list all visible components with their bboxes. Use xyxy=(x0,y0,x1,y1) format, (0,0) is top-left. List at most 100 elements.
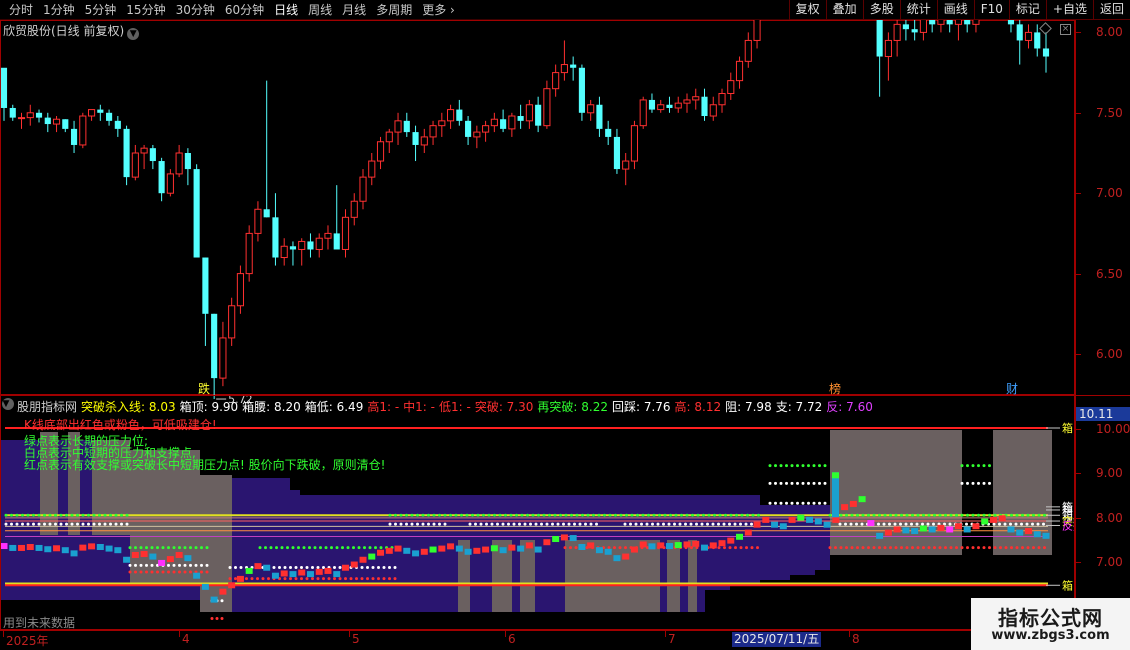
period-tab-1[interactable]: 1分钟 xyxy=(38,2,80,18)
tool-button-6[interactable]: 标记 xyxy=(1008,0,1046,20)
indicator-field-9: 回踩: 7.76 xyxy=(611,400,671,414)
period-tab-3[interactable]: 15分钟 xyxy=(121,2,170,18)
indicator-bar xyxy=(359,556,367,563)
signal-dot xyxy=(597,513,601,517)
signal-dot xyxy=(619,513,623,517)
signal-dot xyxy=(313,546,317,550)
signal-dot xyxy=(647,513,650,517)
signal-dot xyxy=(178,570,181,574)
current-value-badge: 10.11 xyxy=(1076,407,1130,421)
tool-button-0[interactable]: 复权 xyxy=(788,0,826,20)
candle-body xyxy=(149,148,156,162)
tool-button-3[interactable]: 统计 xyxy=(899,0,937,20)
indicator-field-4: 高1: - xyxy=(367,400,400,414)
indicator-bar xyxy=(841,504,849,511)
indicator-bar xyxy=(779,523,787,530)
event-marker-1[interactable]: 榜 xyxy=(829,381,841,396)
candle-body xyxy=(114,120,121,129)
signal-dot xyxy=(1020,522,1023,526)
signal-dot xyxy=(319,546,322,550)
period-tab-2[interactable]: 5分钟 xyxy=(80,2,122,18)
signal-dot xyxy=(518,522,521,526)
tool-button-1[interactable]: 叠加 xyxy=(825,0,863,20)
tool-button-8[interactable]: 返回 xyxy=(1092,0,1130,20)
signal-dot xyxy=(977,513,980,517)
candle-body xyxy=(964,20,971,25)
right-label-5: 反掉 xyxy=(1062,518,1075,532)
indicator-field-8: 再突破: 8.22 xyxy=(537,400,608,414)
period-tab-6[interactable]: 日线 xyxy=(269,2,303,18)
signal-dot xyxy=(432,513,436,517)
signal-dot xyxy=(388,513,392,517)
indicator-bar xyxy=(911,528,919,535)
signal-dot xyxy=(641,513,645,517)
period-tab-4[interactable]: 30分钟 xyxy=(171,2,220,18)
signal-dot xyxy=(21,522,24,526)
close-icon[interactable]: × xyxy=(1060,24,1071,35)
candlestick-chart[interactable]: 9.905.72跌榜财 xyxy=(0,20,1075,415)
candle-body xyxy=(490,118,498,127)
indicator-chart[interactable]: K线底部出红色或粉色，可低吸建仓!绿点表示长期的压力位;白点表示中短期的压力和支… xyxy=(0,395,1075,630)
candle-body xyxy=(62,119,69,129)
indicator-bar xyxy=(368,553,376,560)
signal-dot xyxy=(471,513,474,517)
event-marker-2[interactable]: 财 xyxy=(1006,382,1018,396)
candle-body xyxy=(1016,24,1023,41)
period-tab-8[interactable]: 月线 xyxy=(337,2,371,18)
candle-body xyxy=(254,208,262,234)
signal-dot xyxy=(982,481,986,485)
candle-body xyxy=(79,115,87,146)
candle-body xyxy=(578,67,585,113)
indicator-bar xyxy=(771,521,779,528)
signal-dot xyxy=(960,546,964,550)
candle-body xyxy=(236,273,244,307)
grey-block xyxy=(667,540,680,612)
indicator-bar xyxy=(385,547,393,554)
period-tab-0[interactable]: 分时 xyxy=(4,2,38,18)
event-marker-0[interactable]: 跌 xyxy=(198,381,210,396)
candle-body xyxy=(876,20,883,57)
signal-dot xyxy=(388,577,391,581)
signal-dot xyxy=(145,570,148,574)
period-tab-9[interactable]: 多周期 xyxy=(371,2,417,18)
signal-dot xyxy=(540,522,543,526)
signal-dot xyxy=(256,577,259,581)
period-tab-5[interactable]: 60分钟 xyxy=(220,2,269,18)
signal-dot xyxy=(691,513,694,517)
period-tab-10[interactable]: 更多 xyxy=(417,2,460,18)
signal-dot xyxy=(651,522,654,526)
candle-body xyxy=(447,109,455,122)
chevron-down-icon[interactable]: ▼ xyxy=(2,398,14,410)
signal-dot xyxy=(850,546,854,550)
candle-body xyxy=(394,120,402,133)
tool-button-4[interactable]: 画线 xyxy=(936,0,974,20)
signal-dot xyxy=(109,513,112,517)
signal-dot xyxy=(1021,546,1024,550)
chevron-down-icon[interactable]: ▼ xyxy=(127,28,140,40)
signal-dot xyxy=(443,513,447,517)
indicator-bar xyxy=(902,527,910,534)
signal-dot xyxy=(711,522,715,526)
signal-dot xyxy=(828,513,832,517)
signal-dot xyxy=(889,546,892,550)
signal-dot xyxy=(713,513,716,517)
candle-body xyxy=(570,64,577,68)
signal-dot xyxy=(779,464,783,468)
signal-dot xyxy=(678,522,682,526)
signal-dot xyxy=(592,513,595,517)
indicator-bar xyxy=(639,541,647,548)
indicator-bar xyxy=(61,547,69,554)
tool-button-5[interactable]: F10 xyxy=(973,0,1009,20)
indicator-name[interactable]: 股朋指标网 xyxy=(17,398,81,414)
tool-button-7[interactable]: +自选 xyxy=(1045,0,1093,20)
period-tab-7[interactable]: 周线 xyxy=(303,2,337,18)
chart-title[interactable]: 欣贸股份(日线 前复权) ▼ xyxy=(3,22,140,40)
signal-dot xyxy=(493,513,496,517)
signal-dot xyxy=(15,513,19,517)
signal-dot xyxy=(234,566,237,570)
tool-button-2[interactable]: 多股 xyxy=(862,0,900,20)
signal-dot xyxy=(172,546,176,550)
indicator-field-0: 突破杀入线: 8.03 xyxy=(81,400,176,414)
signal-dot xyxy=(15,522,19,526)
candle-body xyxy=(639,99,647,127)
